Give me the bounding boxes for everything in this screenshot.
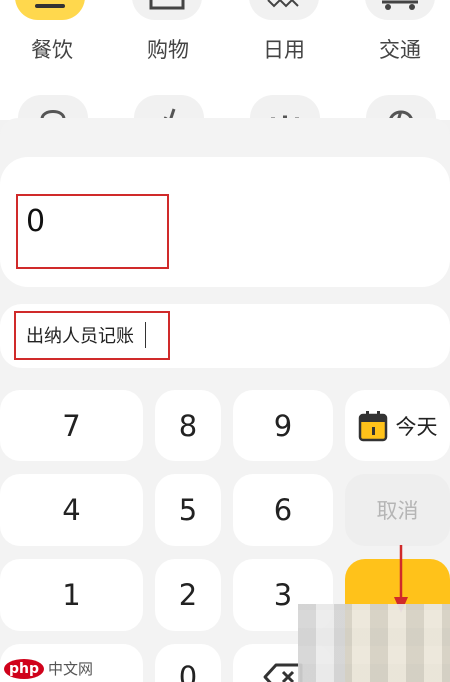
category-5-button[interactable] [18, 95, 88, 120]
key-5[interactable]: 5 [155, 474, 221, 546]
category-panel: 餐饮 购物 日用 交通 [0, 0, 450, 120]
food-icon [35, 4, 65, 8]
category-food-label: 餐饮 [31, 38, 73, 62]
key-1[interactable]: 1 [0, 559, 143, 631]
key-2[interactable]: 2 [155, 559, 221, 631]
cancel-button[interactable]: 取消 [345, 474, 450, 546]
text-caret [145, 322, 146, 348]
today-button[interactable]: 今天 [345, 390, 450, 461]
category-transport-button[interactable] [365, 0, 435, 20]
shopping-icon [149, 0, 185, 10]
key-0[interactable]: 0 [155, 644, 221, 682]
category-6-button[interactable] [134, 95, 204, 120]
today-label: 今天 [395, 414, 438, 439]
category-transport-label: 交通 [379, 38, 421, 62]
amount-input[interactable]: 0 [26, 204, 45, 239]
key-9[interactable]: 9 [233, 390, 333, 461]
category-food-button[interactable] [15, 0, 85, 20]
category-shopping-button[interactable] [132, 0, 202, 20]
transport-icon [382, 0, 418, 10]
mosaic-overlay [298, 604, 450, 682]
note-input[interactable]: 出纳人员记账 [26, 322, 134, 348]
watermark-text: 中文网 [48, 660, 94, 678]
watermark-logo: php [4, 658, 45, 679]
calendar-icon [358, 410, 387, 441]
watermark: php 中文网 [4, 658, 93, 679]
category-8-button[interactable] [366, 95, 436, 120]
key-6[interactable]: 6 [233, 474, 333, 546]
category-7-button[interactable] [250, 95, 320, 120]
key-4[interactable]: 4 [0, 474, 143, 546]
daily-use-icon [267, 0, 299, 8]
key-8[interactable]: 8 [155, 390, 221, 461]
category-daily-use-button[interactable] [249, 0, 319, 20]
category-daily-use-label: 日用 [263, 38, 305, 62]
category-shopping-label: 购物 [147, 38, 189, 62]
key-7[interactable]: 7 [0, 390, 143, 461]
